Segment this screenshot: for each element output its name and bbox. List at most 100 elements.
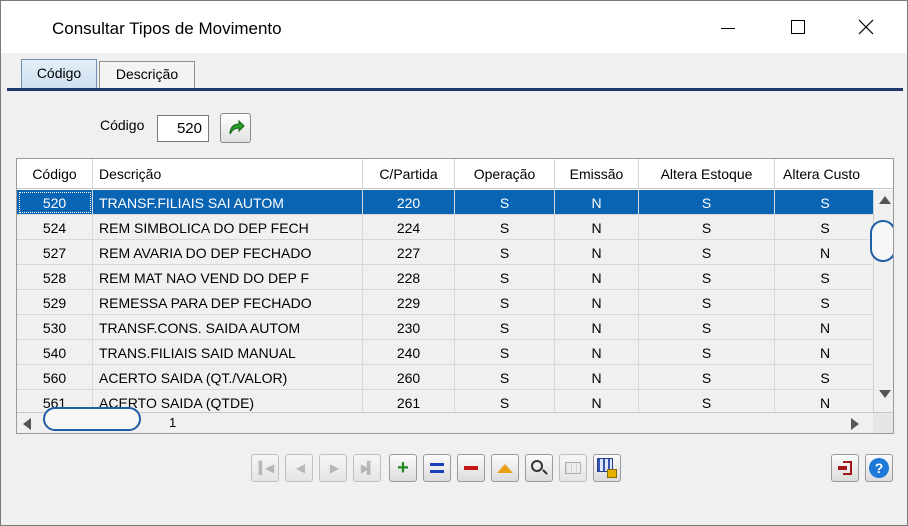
search-button[interactable] xyxy=(525,454,553,482)
col-header-custo[interactable]: Altera Custo xyxy=(775,159,893,189)
cell-codigo: 530 xyxy=(17,315,93,340)
delete-button[interactable] xyxy=(457,454,485,482)
table-row[interactable]: 561 ACERTO SAIDA (QTDE) 261 S N S N xyxy=(17,390,875,412)
cell-cpartida: 229 xyxy=(363,290,455,315)
cell-estoque: S xyxy=(639,290,775,315)
table-row[interactable]: 530 TRANSF.CONS. SAIDA AUTOM 230 S N S N xyxy=(17,315,875,340)
cell-estoque: S xyxy=(639,240,775,265)
cell-operacao: S xyxy=(455,240,555,265)
cell-custo: S xyxy=(820,195,830,211)
table-row[interactable]: 527 REM AVARIA DO DEP FECHADO 227 S N S … xyxy=(17,240,875,265)
codigo-label: Código xyxy=(100,117,145,133)
cell-descricao: REMESSA PARA DEP FECHADO xyxy=(93,290,363,315)
cell-estoque: S xyxy=(639,265,775,290)
cell-emissao: N xyxy=(555,265,639,290)
cell-cpartida: 220 xyxy=(363,190,455,215)
vertical-scroll-thumb[interactable] xyxy=(870,220,893,262)
cell-emissao: N xyxy=(555,365,639,390)
cell-cpartida: 260 xyxy=(363,365,455,390)
cell-emissao: N xyxy=(555,215,639,240)
exit-button[interactable] xyxy=(831,454,859,482)
cell-cpartida: 261 xyxy=(363,390,455,412)
minimize-button[interactable] xyxy=(705,1,751,53)
cell-codigo: 529 xyxy=(17,290,93,315)
app-window: Consultar Tipos de Movimento Código Desc… xyxy=(0,0,908,526)
export-icon xyxy=(597,458,617,478)
first-record-button[interactable]: ▍◀ xyxy=(251,454,279,482)
grid-button[interactable] xyxy=(559,454,587,482)
window-title: Consultar Tipos de Movimento xyxy=(52,19,282,38)
up-icon xyxy=(497,463,513,473)
scroll-up-icon[interactable] xyxy=(879,196,891,204)
horizontal-scrollbar[interactable]: 1 xyxy=(17,407,893,433)
cell-descricao: ACERTO SAIDA (QT./VALOR) xyxy=(93,365,363,390)
grid-header: Código Descrição C/Partida Operação Emis… xyxy=(17,159,893,189)
cell-emissao: N xyxy=(555,315,639,340)
up-button[interactable] xyxy=(491,454,519,482)
vertical-scrollbar[interactable] xyxy=(870,190,893,412)
table-row[interactable]: 529 REMESSA PARA DEP FECHADO 229 S N S S xyxy=(17,290,875,315)
scroll-left-icon[interactable] xyxy=(23,418,31,430)
delete-icon xyxy=(464,466,478,470)
scroll-right-icon[interactable] xyxy=(851,418,859,430)
horizontal-scroll-thumb[interactable] xyxy=(43,407,141,431)
cell-estoque: S xyxy=(639,315,775,340)
last-record-button[interactable]: ▶▍ xyxy=(353,454,381,482)
col-header-descricao[interactable]: Descrição xyxy=(93,159,363,189)
cell-custo: S xyxy=(820,370,830,386)
table-row[interactable]: 528 REM MAT NAO VEND DO DEP F 228 S N S … xyxy=(17,265,875,290)
prev-record-button[interactable]: ◀ xyxy=(285,454,313,482)
edit-button[interactable] xyxy=(423,454,451,482)
tab-codigo[interactable]: Código xyxy=(21,59,97,89)
close-button[interactable] xyxy=(843,1,889,53)
grid-rows: 520 TRANSF.FILIAIS SAI AUTOM 220 S N S S… xyxy=(17,190,875,412)
close-icon xyxy=(858,19,874,35)
export-button[interactable] xyxy=(593,454,621,482)
cell-estoque: S xyxy=(639,340,775,365)
scroll-corner xyxy=(873,413,893,433)
go-button[interactable] xyxy=(220,113,251,143)
edit-icon xyxy=(430,463,444,473)
maximize-button[interactable] xyxy=(775,1,821,53)
cell-cpartida: 228 xyxy=(363,265,455,290)
table-row[interactable]: 540 TRANS.FILIAIS SAID MANUAL 240 S N S … xyxy=(17,340,875,365)
cell-cpartida: 230 xyxy=(363,315,455,340)
table-row[interactable]: 520 TRANSF.FILIAIS SAI AUTOM 220 S N S S xyxy=(17,190,875,215)
help-button[interactable]: ? xyxy=(865,454,893,482)
cell-custo: N xyxy=(819,320,831,336)
cell-estoque: S xyxy=(639,190,775,215)
cell-estoque: S xyxy=(639,390,775,412)
page-number: 1 xyxy=(169,415,177,430)
cell-estoque: S xyxy=(639,215,775,240)
scroll-down-icon[interactable] xyxy=(879,390,891,398)
col-header-cpartida[interactable]: C/Partida xyxy=(363,159,455,189)
cell-codigo: 527 xyxy=(17,240,93,265)
maximize-icon xyxy=(791,20,805,34)
help-icon: ? xyxy=(869,458,889,478)
records-grid: Código Descrição C/Partida Operação Emis… xyxy=(16,158,894,434)
search-icon xyxy=(531,460,543,472)
next-record-button[interactable]: ▶ xyxy=(319,454,347,482)
add-icon: + xyxy=(397,457,409,479)
cell-codigo: 520 xyxy=(17,190,93,215)
cell-descricao: REM SIMBOLICA DO DEP FECH xyxy=(93,215,363,240)
cell-custo: N xyxy=(819,245,831,261)
col-header-codigo[interactable]: Código xyxy=(17,159,93,189)
col-header-estoque[interactable]: Altera Estoque xyxy=(639,159,775,189)
codigo-input[interactable] xyxy=(157,115,209,142)
table-row[interactable]: 560 ACERTO SAIDA (QT./VALOR) 260 S N S S xyxy=(17,365,875,390)
minimize-icon xyxy=(721,27,735,29)
cell-operacao: S xyxy=(455,390,555,412)
cell-emissao: N xyxy=(555,290,639,315)
col-header-operacao[interactable]: Operação xyxy=(455,159,555,189)
table-row[interactable]: 524 REM SIMBOLICA DO DEP FECH 224 S N S … xyxy=(17,215,875,240)
cell-descricao: TRANSF.CONS. SAIDA AUTOM xyxy=(93,315,363,340)
cell-emissao: N xyxy=(555,390,639,412)
cell-operacao: S xyxy=(455,365,555,390)
tab-descricao[interactable]: Descrição xyxy=(99,61,195,88)
add-button[interactable]: + xyxy=(389,454,417,482)
title-bar: Consultar Tipos de Movimento xyxy=(1,1,907,53)
col-header-emissao[interactable]: Emissão xyxy=(555,159,639,189)
cell-custo: S xyxy=(820,270,830,286)
green-arrow-icon xyxy=(229,119,245,135)
